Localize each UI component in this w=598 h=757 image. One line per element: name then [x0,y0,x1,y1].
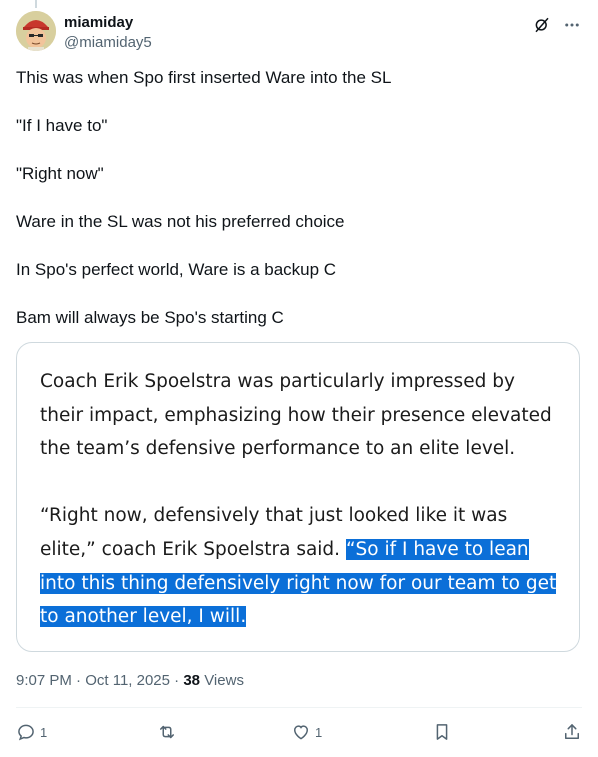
header-actions [532,15,582,35]
avatar-image [16,11,56,51]
reply-icon [18,724,34,741]
tweet-text: This was when Spo first inserted Ware in… [16,66,582,354]
handle[interactable]: @miamiday5 [64,33,152,53]
tweet-paragraph: In Spo's perfect world, Ware is a backup… [16,260,337,279]
article-screenshot: Coach Erik Spoelstra was particularly im… [40,365,560,667]
attached-image-card[interactable]: Coach Erik Spoelstra was particularly im… [16,342,580,652]
tweet-time[interactable]: 9:07 PM [16,672,72,689]
reply-count: 1 [40,724,48,740]
repost-icon [160,725,175,739]
thread-connector-line [35,0,37,8]
avatar[interactable] [16,11,56,51]
tweet-paragraph: "Right now" [16,164,104,183]
article-paragraph-1: Coach Erik Spoelstra was particularly im… [40,371,552,460]
views-count: 38 [183,672,201,689]
repost-button[interactable] [157,722,181,742]
article-paragraph-2: “Right now, defensively that just looked… [40,499,560,633]
tweet-paragraph: Ware in the SL was not his preferred cho… [16,212,345,231]
like-count: 1 [314,724,323,740]
views-label: Views [200,672,244,689]
meta-separator: · [71,672,86,689]
tweet-date[interactable]: Oct 11, 2025 [85,672,170,689]
grok-icon[interactable] [532,15,552,35]
divider [16,707,582,708]
display-name[interactable]: miamiday [64,13,152,33]
author-names: miamiday @miamiday5 [64,13,152,53]
share-button[interactable] [562,722,582,742]
tweet-paragraph: Bam will always be Spo's starting C [16,308,284,327]
like-button[interactable]: 1 [291,722,322,742]
tweet-header: miamiday @miamiday5 [16,11,582,55]
bookmark-icon [436,724,448,740]
reply-button[interactable]: 1 [16,722,47,742]
bookmark-button[interactable] [432,722,452,742]
like-icon [293,725,308,740]
more-icon[interactable] [562,15,582,35]
meta-separator: · [170,672,184,689]
share-icon [564,724,579,739]
tweet-paragraph: This was when Spo first inserted Ware in… [16,68,392,87]
tweet-paragraph: "If I have to" [16,116,108,135]
tweet-meta: 9:07 PM · Oct 11, 2025 · 38 Views [16,671,244,691]
action-bar: 1 1 [16,720,582,744]
